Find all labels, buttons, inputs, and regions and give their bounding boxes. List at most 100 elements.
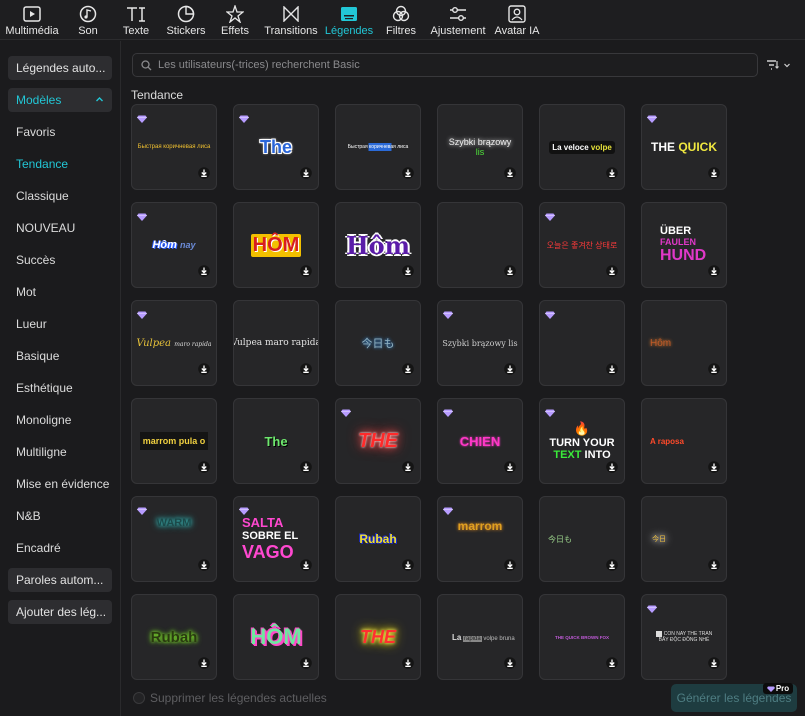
download-icon[interactable] (300, 656, 312, 674)
sidebar-item-multiligne[interactable]: Multiligne (16, 445, 67, 459)
template-card[interactable]: 今日も (335, 300, 421, 386)
template-card[interactable]: THE QUICK (641, 104, 727, 190)
template-card[interactable]: THE QUICK BROWN FOX (539, 594, 625, 680)
sidebar-item-monoligne[interactable]: Monoligne (16, 413, 71, 427)
download-icon[interactable] (708, 460, 720, 478)
sidebar-auto-lyrics[interactable]: Paroles autom... (8, 568, 112, 592)
search-input[interactable] (158, 59, 738, 71)
template-card[interactable]: Szybki brązowy lis (437, 104, 523, 190)
download-icon[interactable] (606, 656, 618, 674)
download-icon[interactable] (402, 166, 414, 184)
download-icon[interactable] (606, 264, 618, 282)
tab-ajustement[interactable]: Ajustement (430, 0, 486, 40)
scrollbar[interactable] (797, 96, 801, 676)
template-card[interactable]: La veloce volpe (539, 104, 625, 190)
template-card[interactable]: WARM (131, 496, 217, 582)
download-icon[interactable] (402, 558, 414, 576)
download-icon[interactable] (300, 264, 312, 282)
download-icon[interactable] (198, 460, 210, 478)
download-icon[interactable] (606, 166, 618, 184)
tab-texte[interactable]: Texte (121, 0, 151, 40)
template-card[interactable]: SALTA SOBRE EL VAGO (233, 496, 319, 582)
template-card[interactable]: Hôm (335, 202, 421, 288)
download-icon[interactable] (300, 460, 312, 478)
sidebar-add-captions[interactable]: Ajouter des lég... (8, 600, 112, 624)
template-card[interactable]: Vulpea maro rapida (131, 300, 217, 386)
template-card[interactable]: A raposa (641, 398, 727, 484)
template-card[interactable] (539, 300, 625, 386)
download-icon[interactable] (504, 460, 516, 478)
template-card[interactable]: 今日 (641, 496, 727, 582)
download-icon[interactable] (606, 558, 618, 576)
sidebar-item-succes[interactable]: Succès (16, 253, 55, 267)
template-card[interactable]: Быстрая коричневая лиса (131, 104, 217, 190)
template-card[interactable]: Szybki brązowy lis (437, 300, 523, 386)
download-icon[interactable] (198, 558, 210, 576)
template-card[interactable]: marrom pula o (131, 398, 217, 484)
download-icon[interactable] (708, 166, 720, 184)
template-card[interactable]: Hôm (641, 300, 727, 386)
template-card[interactable]: 今日も (539, 496, 625, 582)
template-card[interactable]: THE (335, 398, 421, 484)
sidebar-item-nb[interactable]: N&B (16, 509, 41, 523)
template-card[interactable]: The (233, 104, 319, 190)
sidebar-item-encadre[interactable]: Encadré (16, 541, 61, 555)
download-icon[interactable] (606, 362, 618, 380)
sidebar-item-basique[interactable]: Basique (16, 349, 59, 363)
download-icon[interactable] (708, 264, 720, 282)
download-icon[interactable] (402, 656, 414, 674)
download-icon[interactable] (198, 166, 210, 184)
download-icon[interactable] (300, 558, 312, 576)
template-card[interactable]: HÔM (233, 202, 319, 288)
sidebar-item-nouveau[interactable]: NOUVEAU (16, 221, 75, 235)
sidebar-item-mot[interactable]: Mot (16, 285, 36, 299)
template-card[interactable]: La rapida volpe bruna (437, 594, 523, 680)
template-card[interactable]: Rubah (335, 496, 421, 582)
download-icon[interactable] (504, 656, 516, 674)
download-icon[interactable] (504, 166, 516, 184)
download-icon[interactable] (708, 656, 720, 674)
sidebar-templates[interactable]: Modèles (8, 88, 112, 112)
download-icon[interactable] (606, 460, 618, 478)
tab-filtres[interactable]: Filtres (385, 0, 417, 40)
download-icon[interactable] (198, 362, 210, 380)
sidebar-item-lueur[interactable]: Lueur (16, 317, 47, 331)
remove-captions-checkbox[interactable] (133, 692, 145, 704)
template-card[interactable]: CHIEN (437, 398, 523, 484)
sidebar-item-esthetique[interactable]: Esthétique (16, 381, 73, 395)
sidebar-item-classique[interactable]: Classique (16, 189, 69, 203)
download-icon[interactable] (402, 362, 414, 380)
template-card[interactable]: Rubah (131, 594, 217, 680)
search-box[interactable] (132, 53, 758, 77)
filter-button[interactable] (766, 58, 794, 72)
template-card[interactable]: ÜBER FAULEN HUND (641, 202, 727, 288)
template-card[interactable]: marrom (437, 496, 523, 582)
sidebar-item-favoris[interactable]: Favoris (16, 125, 55, 139)
template-card[interactable]: 오늘은 좋겨찬 상태로 (539, 202, 625, 288)
tab-multimedia[interactable]: Multimédia (4, 0, 60, 40)
tab-legendes[interactable]: Légendes (325, 0, 373, 40)
template-card[interactable]: Быстрая коричневая лиса (335, 104, 421, 190)
download-icon[interactable] (198, 264, 210, 282)
template-card[interactable]: HÔM (233, 594, 319, 680)
download-icon[interactable] (708, 362, 720, 380)
template-card[interactable] (437, 202, 523, 288)
template-card[interactable]: Hôm nay (131, 202, 217, 288)
download-icon[interactable] (402, 264, 414, 282)
download-icon[interactable] (402, 460, 414, 478)
tab-effets[interactable]: Effets (218, 0, 252, 40)
tab-son[interactable]: Son (72, 0, 104, 40)
template-card[interactable]: CON NAY THE TRAN BẤY ĐỘC ĐỒNG NHÉ (641, 594, 727, 680)
download-icon[interactable] (504, 362, 516, 380)
download-icon[interactable] (300, 362, 312, 380)
download-icon[interactable] (504, 264, 516, 282)
template-card[interactable]: 🔥 TURN YOUR TEXT INTO (539, 398, 625, 484)
download-icon[interactable] (300, 166, 312, 184)
sidebar-item-tendance[interactable]: Tendance (16, 157, 68, 171)
download-icon[interactable] (504, 558, 516, 576)
download-icon[interactable] (708, 558, 720, 576)
tab-transitions[interactable]: Transitions (263, 0, 319, 40)
tab-avatar-ia[interactable]: Avatar IA (494, 0, 540, 40)
template-card[interactable]: The (233, 398, 319, 484)
template-card[interactable]: Vulpea maro rapida (233, 300, 319, 386)
